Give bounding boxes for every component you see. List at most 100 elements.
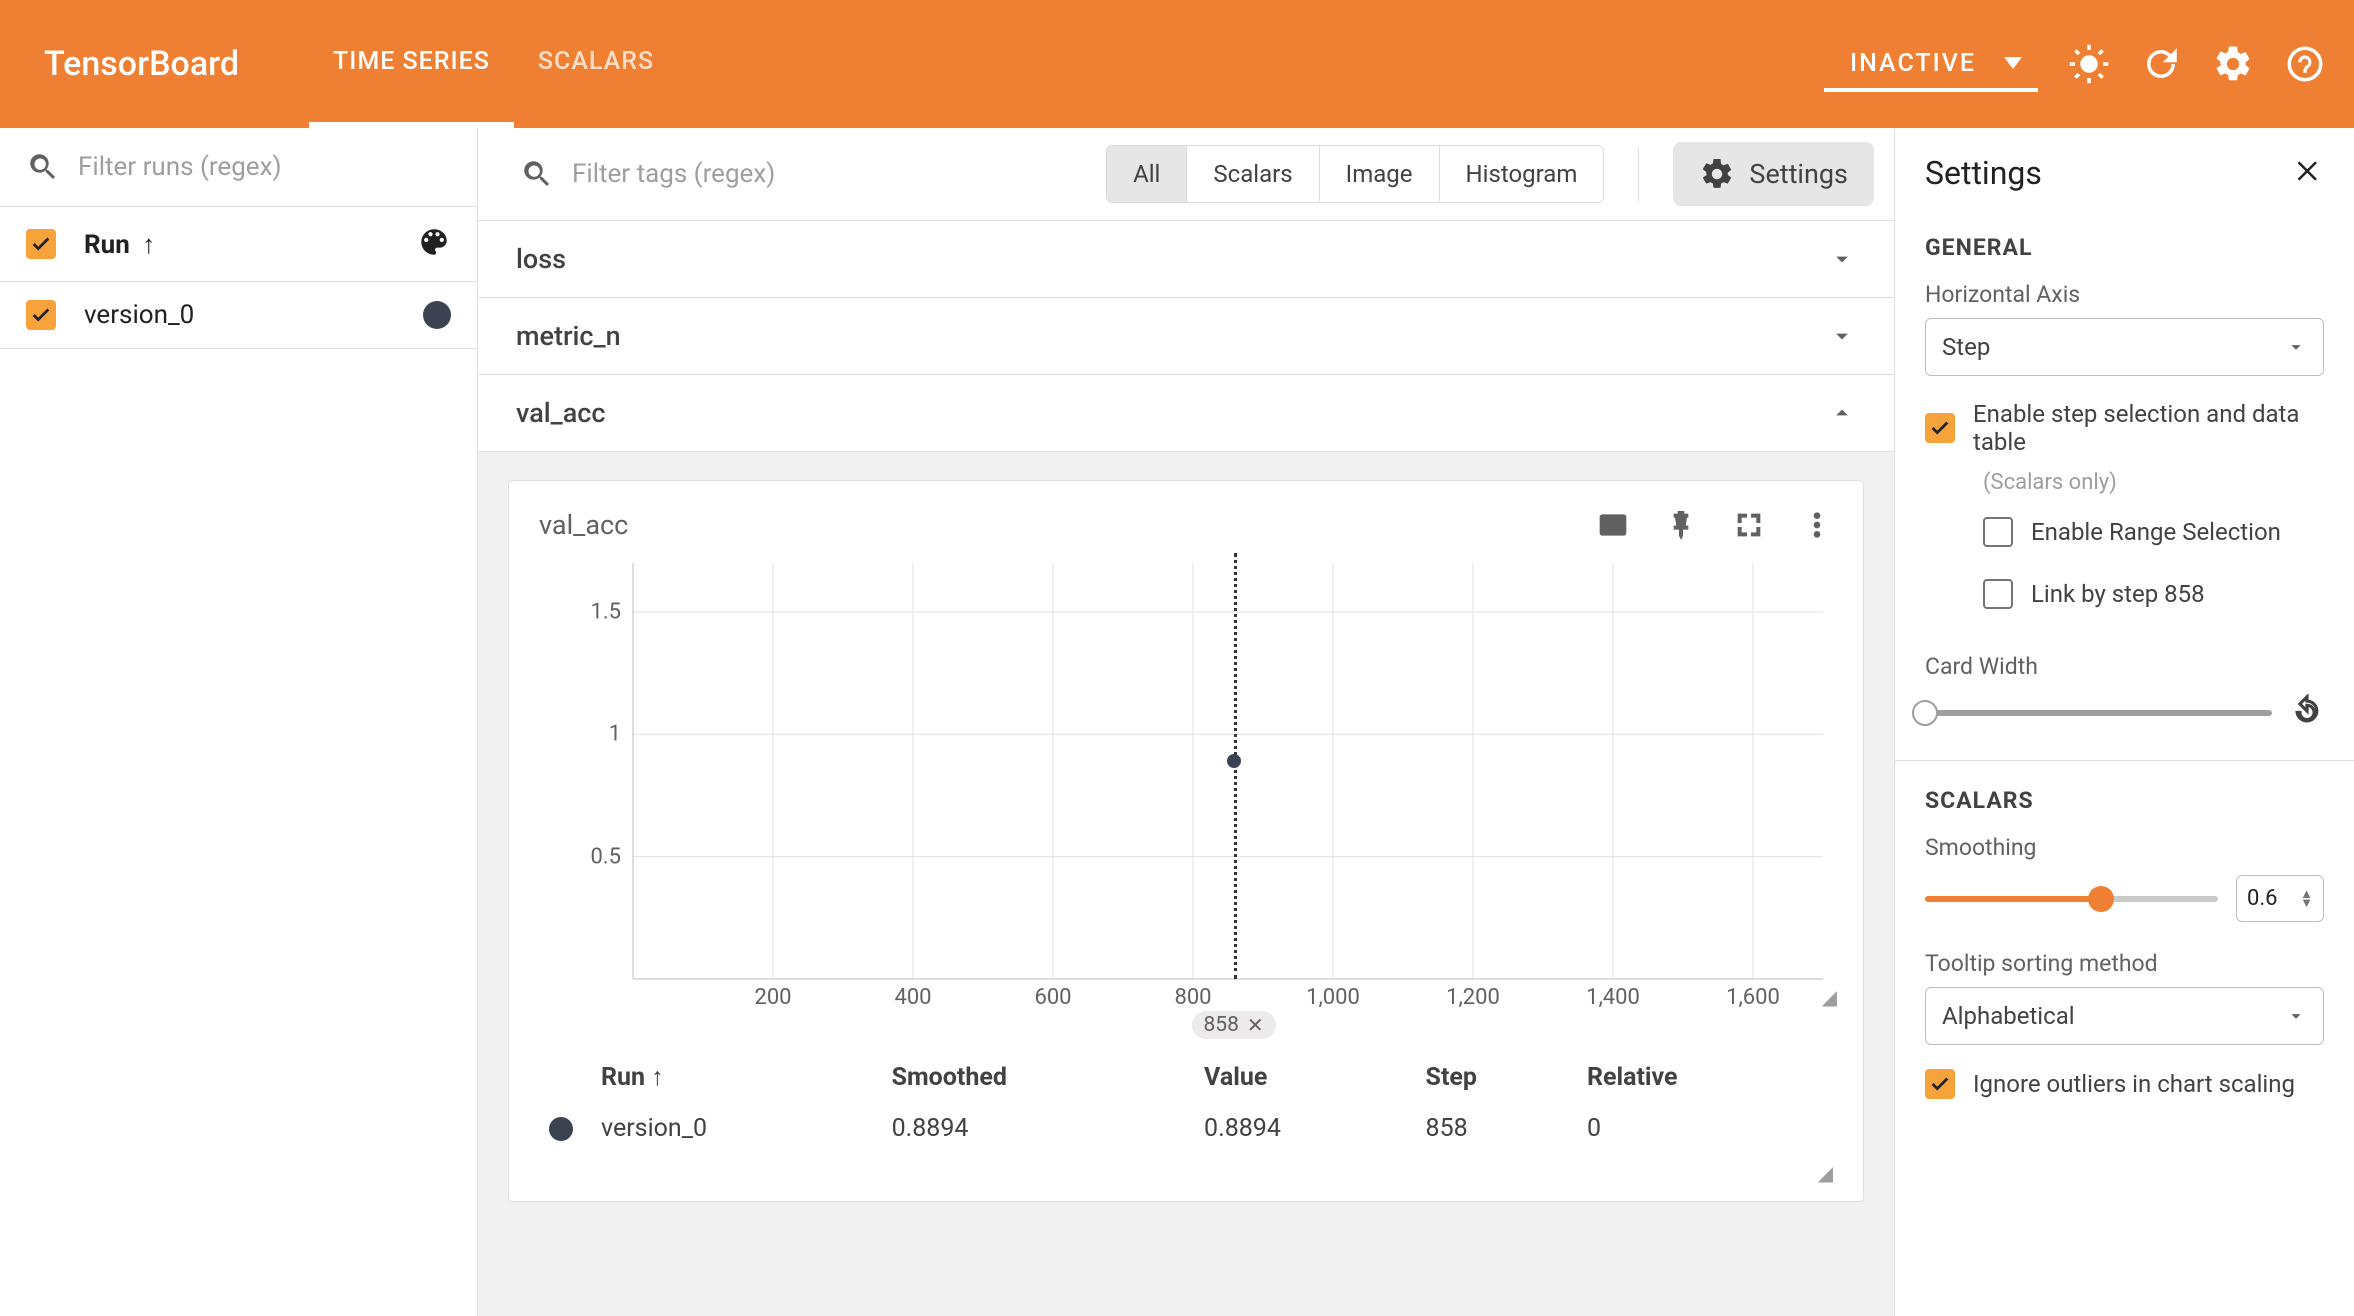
tags-filter-input[interactable] — [572, 159, 1086, 189]
header-tabs: TIME SERIES SCALARS — [309, 0, 678, 128]
chevron-down-icon — [1828, 322, 1856, 350]
y-tick: 1.5 — [590, 599, 621, 624]
select-all-checkbox[interactable] — [26, 229, 56, 259]
pill-scalars[interactable]: Scalars — [1187, 146, 1319, 202]
cell-step: 858 — [1418, 1104, 1577, 1153]
cell-run: version_0 — [593, 1104, 882, 1153]
x-tick: 1,200 — [1446, 979, 1500, 1010]
row-color-swatch — [549, 1117, 573, 1141]
y-tick: 1 — [609, 722, 621, 747]
th-relative[interactable]: Relative — [1579, 1053, 1831, 1102]
main-toolbar: All Scalars Image Histogram Settings — [478, 128, 1894, 221]
tab-scalars[interactable]: SCALARS — [514, 0, 678, 128]
horizontal-axis-select[interactable]: Step — [1925, 318, 2324, 376]
ignore-outliers-check[interactable]: Ignore outliers in chart scaling — [1925, 1069, 2324, 1099]
table-header-row: Run ↑ Smoothed Value Step Relative — [541, 1053, 1831, 1102]
pill-all[interactable]: All — [1107, 146, 1187, 202]
runs-header-label: Run ↑ — [84, 229, 389, 260]
group-label: metric_n — [516, 320, 621, 352]
header-icon-group — [2068, 43, 2326, 85]
chevron-down-icon — [2285, 1005, 2307, 1027]
table-row[interactable]: version_0 0.8894 0.8894 858 0 — [541, 1104, 1831, 1153]
card-val-acc: val_acc ◢ 2004006008001,0001,2001,4001,6… — [508, 480, 1864, 1202]
tooltip-sort-select[interactable]: Alphabetical — [1925, 987, 2324, 1045]
enable-range-check[interactable]: Enable Range Selection — [1983, 517, 2324, 547]
run-checkbox[interactable] — [26, 300, 56, 330]
help-icon[interactable] — [2284, 43, 2326, 85]
search-icon — [520, 157, 554, 191]
select-value: Step — [1942, 333, 1990, 361]
th-step[interactable]: Step — [1418, 1053, 1577, 1102]
gear-icon[interactable] — [2212, 43, 2254, 85]
x-tick: 1,600 — [1726, 979, 1780, 1010]
x-tick: 800 — [1174, 979, 1211, 1010]
group-val-acc[interactable]: val_acc — [478, 375, 1894, 452]
plugin-selector[interactable]: INACTIVE — [1824, 37, 2038, 92]
toolbar-divider — [1638, 147, 1639, 201]
settings-panel: Settings GENERAL Horizontal Axis Step En… — [1894, 128, 2354, 1316]
tab-time-series[interactable]: TIME SERIES — [309, 0, 514, 128]
data-point[interactable] — [1227, 754, 1241, 768]
checkbox-checked-icon — [1925, 413, 1955, 443]
close-icon[interactable] — [2294, 156, 2324, 190]
chevron-down-icon — [2004, 57, 2022, 69]
refresh-icon[interactable] — [2140, 43, 2182, 85]
th-run[interactable]: Run ↑ — [593, 1053, 882, 1102]
chevron-down-icon — [2285, 336, 2307, 358]
resize-handle-icon[interactable]: ◢ — [1822, 985, 1837, 1009]
x-tick: 200 — [754, 979, 791, 1010]
runs-header-row[interactable]: Run ↑ — [0, 207, 477, 282]
tag-accordion: loss metric_n val_acc — [478, 221, 1894, 452]
horizontal-axis-label: Horizontal Axis — [1925, 281, 2324, 308]
palette-icon[interactable] — [417, 225, 451, 263]
settings-button-label: Settings — [1749, 158, 1848, 190]
x-tick: 600 — [1034, 979, 1071, 1010]
gear-icon — [1699, 156, 1735, 192]
more-vert-icon[interactable] — [1801, 509, 1833, 541]
section-scalars-label: SCALARS — [1925, 787, 2324, 814]
x-tick: 400 — [894, 979, 931, 1010]
pin-icon[interactable] — [1665, 509, 1697, 541]
smoothing-slider[interactable] — [1925, 896, 2218, 902]
run-name: version_0 — [84, 300, 395, 330]
th-smoothed[interactable]: Smoothed — [884, 1053, 1194, 1102]
settings-button[interactable]: Settings — [1673, 142, 1874, 206]
fullscreen-icon[interactable] — [1733, 509, 1765, 541]
chart[interactable]: ◢ 2004006008001,0001,2001,4001,6000.511.… — [573, 553, 1833, 1003]
resize-handle-icon[interactable]: ◢ — [1818, 1161, 1833, 1185]
brightness-icon[interactable] — [2068, 43, 2110, 85]
runs-filter-input[interactable] — [78, 152, 451, 182]
step-badge[interactable]: 858✕ — [1192, 1011, 1276, 1039]
run-row[interactable]: version_0 — [0, 282, 477, 349]
reset-icon[interactable] — [2290, 694, 2324, 732]
tooltip-sort-label: Tooltip sorting method — [1925, 950, 2324, 977]
runs-filter-row — [0, 128, 477, 207]
enable-step-check[interactable]: Enable step selection and data table — [1925, 400, 2324, 456]
fit-icon[interactable] — [1597, 509, 1629, 541]
smoothing-input[interactable]: 0.6 ▲▼ — [2236, 875, 2324, 922]
close-icon[interactable]: ✕ — [1247, 1013, 1264, 1037]
group-loss[interactable]: loss — [478, 221, 1894, 298]
stepper-icon: ▲▼ — [2300, 890, 2313, 908]
group-label: loss — [516, 243, 566, 275]
type-filter-pills: All Scalars Image Histogram — [1106, 145, 1604, 203]
link-step-check[interactable]: Link by step 858 — [1983, 579, 2324, 609]
pill-image[interactable]: Image — [1320, 146, 1440, 202]
card-width-slider[interactable] — [1925, 710, 2272, 716]
card-title: val_acc — [539, 509, 628, 541]
pill-histogram[interactable]: Histogram — [1440, 146, 1604, 202]
cell-value: 0.8894 — [1196, 1104, 1416, 1153]
x-tick: 1,000 — [1306, 979, 1360, 1010]
group-metric-n[interactable]: metric_n — [478, 298, 1894, 375]
checkbox-empty-icon — [1983, 579, 2013, 609]
checkbox-empty-icon — [1983, 517, 2013, 547]
smoothing-label: Smoothing — [1925, 834, 2324, 861]
th-value[interactable]: Value — [1196, 1053, 1416, 1102]
sort-arrow-icon: ↑ — [142, 230, 155, 260]
checkbox-checked-icon — [1925, 1069, 1955, 1099]
scalars-only-hint: (Scalars only) — [1983, 470, 2324, 495]
main-pane: All Scalars Image Histogram Settings los… — [478, 128, 1894, 1316]
run-color-swatch[interactable] — [423, 301, 451, 329]
cell-relative: 0 — [1579, 1104, 1831, 1153]
app-title: TensorBoard — [44, 44, 239, 84]
